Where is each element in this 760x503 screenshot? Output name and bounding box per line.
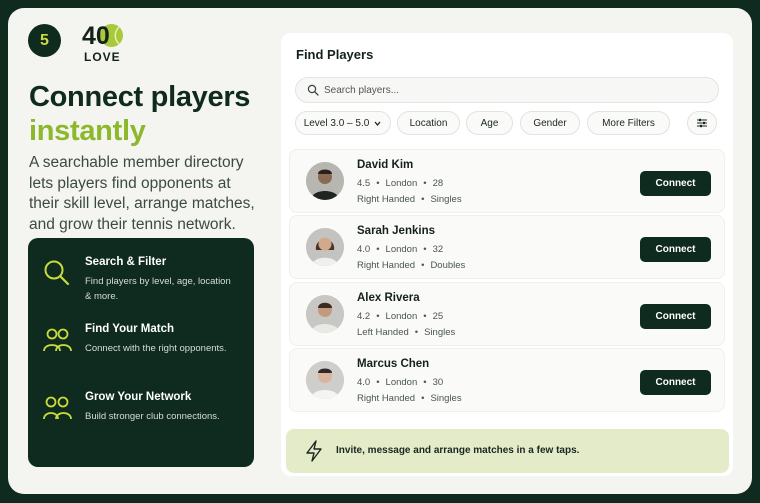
player-details: 4.2 • London • 25 xyxy=(357,311,444,322)
player-rating: 4.0 xyxy=(357,377,371,388)
player-hand: Right Handed xyxy=(357,194,416,205)
feature-subtitle: Find players by level, age, location & m… xyxy=(85,276,231,302)
headline: Connect players instantly xyxy=(29,80,269,148)
find-players-panel: Find Players Level 3.0 – 5.0 Location Ag… xyxy=(281,33,733,476)
player-format: Doubles xyxy=(430,260,466,271)
player-city: London xyxy=(385,244,418,255)
headline-line1: Connect players xyxy=(29,81,251,113)
logo-number: 40 xyxy=(82,22,110,50)
player-name: David Kim xyxy=(357,159,414,171)
connect-button[interactable]: Connect xyxy=(640,171,711,196)
banner-text: Invite, message and arrange matches in a… xyxy=(336,445,580,456)
player-hand: Right Handed xyxy=(357,393,416,404)
promo-card: 5 40 LOVE Connect players instantly A se… xyxy=(8,8,752,494)
feature-title: Grow Your Network xyxy=(85,391,192,403)
player-row: Alex Rivera 4.2 • London • 25 Left Handed • Si… xyxy=(289,282,725,346)
player-play-style: Right Handed • Doubles xyxy=(357,260,466,271)
filter-age-label: Age xyxy=(480,117,499,129)
connect-button[interactable]: Connect xyxy=(640,304,711,329)
filter-level-label: Level 3.0 – 5.0 xyxy=(303,117,370,129)
search-icon xyxy=(307,84,319,96)
chevron-down-icon xyxy=(374,121,381,126)
feature-list: Search & Filter Find players by level, a… xyxy=(28,238,254,467)
filter-gender[interactable]: Gender xyxy=(520,111,580,135)
player-name: Marcus Chen xyxy=(357,358,430,370)
feature-title: Find Your Match xyxy=(85,323,175,335)
avatar xyxy=(306,162,344,200)
player-city: London xyxy=(385,377,418,388)
player-format: Singles xyxy=(424,327,456,338)
step-badge: 5 xyxy=(28,24,61,57)
player-rating: 4.5 xyxy=(357,178,371,189)
player-details: 4.0 • London • 30 xyxy=(357,377,444,388)
player-age: 30 xyxy=(432,377,444,388)
info-banner: Invite, message and arrange matches in a… xyxy=(286,429,729,473)
player-play-style: Right Handed • Singles xyxy=(357,393,462,404)
feature-match: Find Your Match Connect with the right o… xyxy=(42,323,247,383)
sliders-icon xyxy=(697,118,707,128)
bolt-icon xyxy=(306,440,322,462)
filter-location[interactable]: Location xyxy=(397,111,460,135)
panel-title: Find Players xyxy=(296,47,374,62)
player-city: London xyxy=(385,178,418,189)
description: A searchable member directory lets playe… xyxy=(29,154,255,233)
feature-network: Grow Your Network Build stronger club co… xyxy=(42,391,247,451)
filter-settings-button[interactable] xyxy=(687,111,717,135)
search-icon xyxy=(44,260,70,286)
player-name: Alex Rivera xyxy=(357,292,420,304)
filter-more[interactable]: More Filters xyxy=(587,111,670,135)
player-hand: Right Handed xyxy=(357,260,416,271)
step-number: 5 xyxy=(40,31,49,49)
search-bar[interactable] xyxy=(295,77,719,103)
search-input[interactable] xyxy=(324,81,704,99)
filter-more-label: More Filters xyxy=(602,117,655,129)
logo-word: LOVE xyxy=(84,50,121,64)
feature-title: Search & Filter xyxy=(85,256,167,268)
player-age: 28 xyxy=(432,178,444,189)
filter-age[interactable]: Age xyxy=(466,111,513,135)
connect-button[interactable]: Connect xyxy=(640,237,711,262)
player-format: Singles xyxy=(430,194,462,205)
player-city: London xyxy=(385,311,418,322)
player-play-style: Left Handed • Singles xyxy=(357,327,456,338)
users-icon xyxy=(43,328,72,352)
player-row: Sarah Jenkins 4.0 • London • 32 Right Handed… xyxy=(289,215,725,279)
player-format: Singles xyxy=(430,393,462,404)
player-play-style: Right Handed • Singles xyxy=(357,194,462,205)
connect-button[interactable]: Connect xyxy=(640,370,711,395)
headline-line2: instantly xyxy=(29,115,146,147)
brand-logo: 40 LOVE xyxy=(82,20,142,66)
player-age: 32 xyxy=(432,244,444,255)
filter-gender-label: Gender xyxy=(533,117,567,129)
feature-subtitle: Build stronger club connections. xyxy=(85,411,220,422)
filter-level[interactable]: Level 3.0 – 5.0 xyxy=(295,111,391,135)
player-details: 4.0 • London • 32 xyxy=(357,244,444,255)
feature-search: Search & Filter Find players by level, a… xyxy=(42,256,247,316)
player-details: 4.5 • London • 28 xyxy=(357,178,444,189)
player-row: Marcus Chen 4.0 • London • 30 Right Handed • S… xyxy=(289,348,725,412)
player-rating: 4.2 xyxy=(357,311,371,322)
avatar xyxy=(306,295,344,333)
avatar xyxy=(306,361,344,399)
player-name: Sarah Jenkins xyxy=(357,225,435,237)
player-rating: 4.0 xyxy=(357,244,371,255)
player-row: David Kim 4.5 • London • 28 Right Handed • Sin… xyxy=(289,149,725,213)
network-icon xyxy=(43,396,72,420)
filter-location-label: Location xyxy=(409,117,448,129)
player-hand: Left Handed xyxy=(357,327,409,338)
filter-bar: Level 3.0 – 5.0 Location Age Gender More… xyxy=(295,111,719,135)
player-age: 25 xyxy=(432,311,444,322)
avatar xyxy=(306,228,344,266)
feature-subtitle: Connect with the right opponents. xyxy=(85,343,227,354)
